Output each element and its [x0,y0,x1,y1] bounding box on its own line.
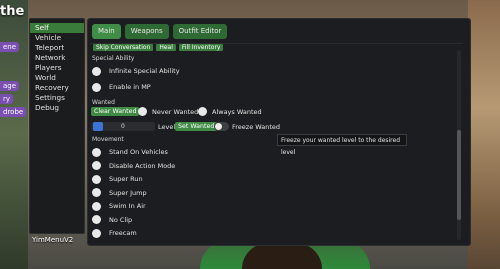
checkbox-indicator[interactable] [92,201,101,211]
checkbox-indicator[interactable] [92,188,101,197]
tab-weapons[interactable]: Weapons [124,24,169,39]
super-run-checkbox[interactable]: Super Run [92,173,143,185]
clear-wanted-button[interactable]: Clear Wanted [91,107,140,116]
checkbox-label: No Clip [109,215,133,224]
freeze-wanted-label: Freeze Wanted [232,123,281,131]
tab-main[interactable]: Main [92,24,121,39]
special-ability-heading: Special Ability [92,55,135,62]
disable-action-mode-checkbox[interactable]: Disable Action Mode [92,160,175,172]
sidebar-item-network[interactable]: Network [30,53,84,63]
scrollbar-track[interactable] [457,50,461,240]
sidebar-item-players[interactable]: Players [30,63,84,73]
game-background-left [0,0,28,269]
checkbox-label: Enable in MP [109,83,151,91]
checkbox-indicator[interactable] [92,147,101,157]
tooltip: Freeze your wanted level to the desired … [277,134,407,156]
checkbox-label: Swim In Air [109,202,146,210]
checkbox-indicator[interactable] [92,66,101,76]
checkbox-label: Super Jump [109,188,147,197]
stand-on-vehicles-checkbox[interactable]: Stand On Vehicles [92,146,168,158]
corner-text: the [0,4,25,19]
sidebar-item-teleport[interactable]: Teleport [30,43,84,53]
side-tag[interactable]: ene [0,42,20,52]
side-tag[interactable]: age [0,81,20,91]
checkbox-label: Disable Action Mode [109,161,176,170]
game-character-head [242,243,322,269]
super-jump-checkbox[interactable]: Super Jump [92,187,147,199]
toggle-knob [215,123,222,130]
checkbox-label: Infinite Special Ability [109,67,180,75]
slider-handle[interactable] [93,122,103,131]
always-wanted-label: Always Wanted [212,108,262,116]
quick-actions-row: Skip Conversation Heal Fill Inventory [93,44,224,51]
checkbox-indicator[interactable] [92,82,101,92]
never-wanted-label: Never Wanted [152,108,199,116]
checkbox-label: Freecam [109,229,137,237]
swim-in-air-checkbox[interactable]: Swim In Air [92,200,146,212]
checkbox-label: Super Run [109,175,143,183]
side-tag[interactable]: drobe [0,107,27,117]
scrollbar-thumb[interactable] [457,130,461,220]
freeze-wanted-toggle[interactable] [214,122,229,131]
wanted-heading: Wanted [92,99,115,106]
checkbox-indicator[interactable] [92,215,101,224]
sidebar-item-self[interactable]: Self [30,23,84,33]
sidebar-item-debug[interactable]: Debug [30,103,84,113]
always-wanted-checkbox[interactable] [198,107,207,116]
sidebar-item-settings[interactable]: Settings [30,93,84,103]
brand-label: YimMenuV2 [32,236,74,244]
level-label: Level [158,123,176,131]
tab-bar: Main Weapons Outfit Editor [92,24,228,39]
checkbox-label: Stand On Vehicles [109,148,168,156]
main-panel: Main Weapons Outfit Editor Skip Conversa… [87,18,471,246]
wanted-level-slider[interactable]: 0 [91,122,155,131]
checkbox-indicator[interactable] [92,174,101,184]
checkbox-indicator[interactable] [92,161,101,170]
set-wanted-button[interactable]: Set Wanted [175,122,218,131]
tab-outfit-editor[interactable]: Outfit Editor [172,24,228,39]
no-clip-checkbox[interactable]: No Clip [92,214,132,226]
sidebar-items: Self Vehicle Teleport Network Players World Re… [30,19,84,113]
sidebar: Self Vehicle Teleport Network Players World Re… [29,18,85,234]
sidebar-item-recovery[interactable]: Recovery [30,83,84,93]
freecam-checkbox[interactable]: Freecam [92,227,137,239]
side-tag[interactable]: ry [0,94,14,104]
infinite-special-ability-checkbox[interactable]: Infinite Special Ability [92,65,180,77]
never-wanted-checkbox[interactable] [138,107,147,116]
sidebar-item-world[interactable]: World [30,73,84,83]
heal-button[interactable]: Heal [156,44,176,51]
fill-inventory-button[interactable]: Fill Inventory [178,44,224,51]
movement-heading: Movement [92,136,124,143]
enable-in-mp-checkbox[interactable]: Enable in MP [92,81,151,93]
slider-value: 0 [121,123,125,130]
skip-conversation-button[interactable]: Skip Conversation [93,44,154,51]
checkbox-indicator[interactable] [92,228,101,238]
sidebar-item-vehicle[interactable]: Vehicle [30,33,84,43]
game-background-right [468,0,500,269]
